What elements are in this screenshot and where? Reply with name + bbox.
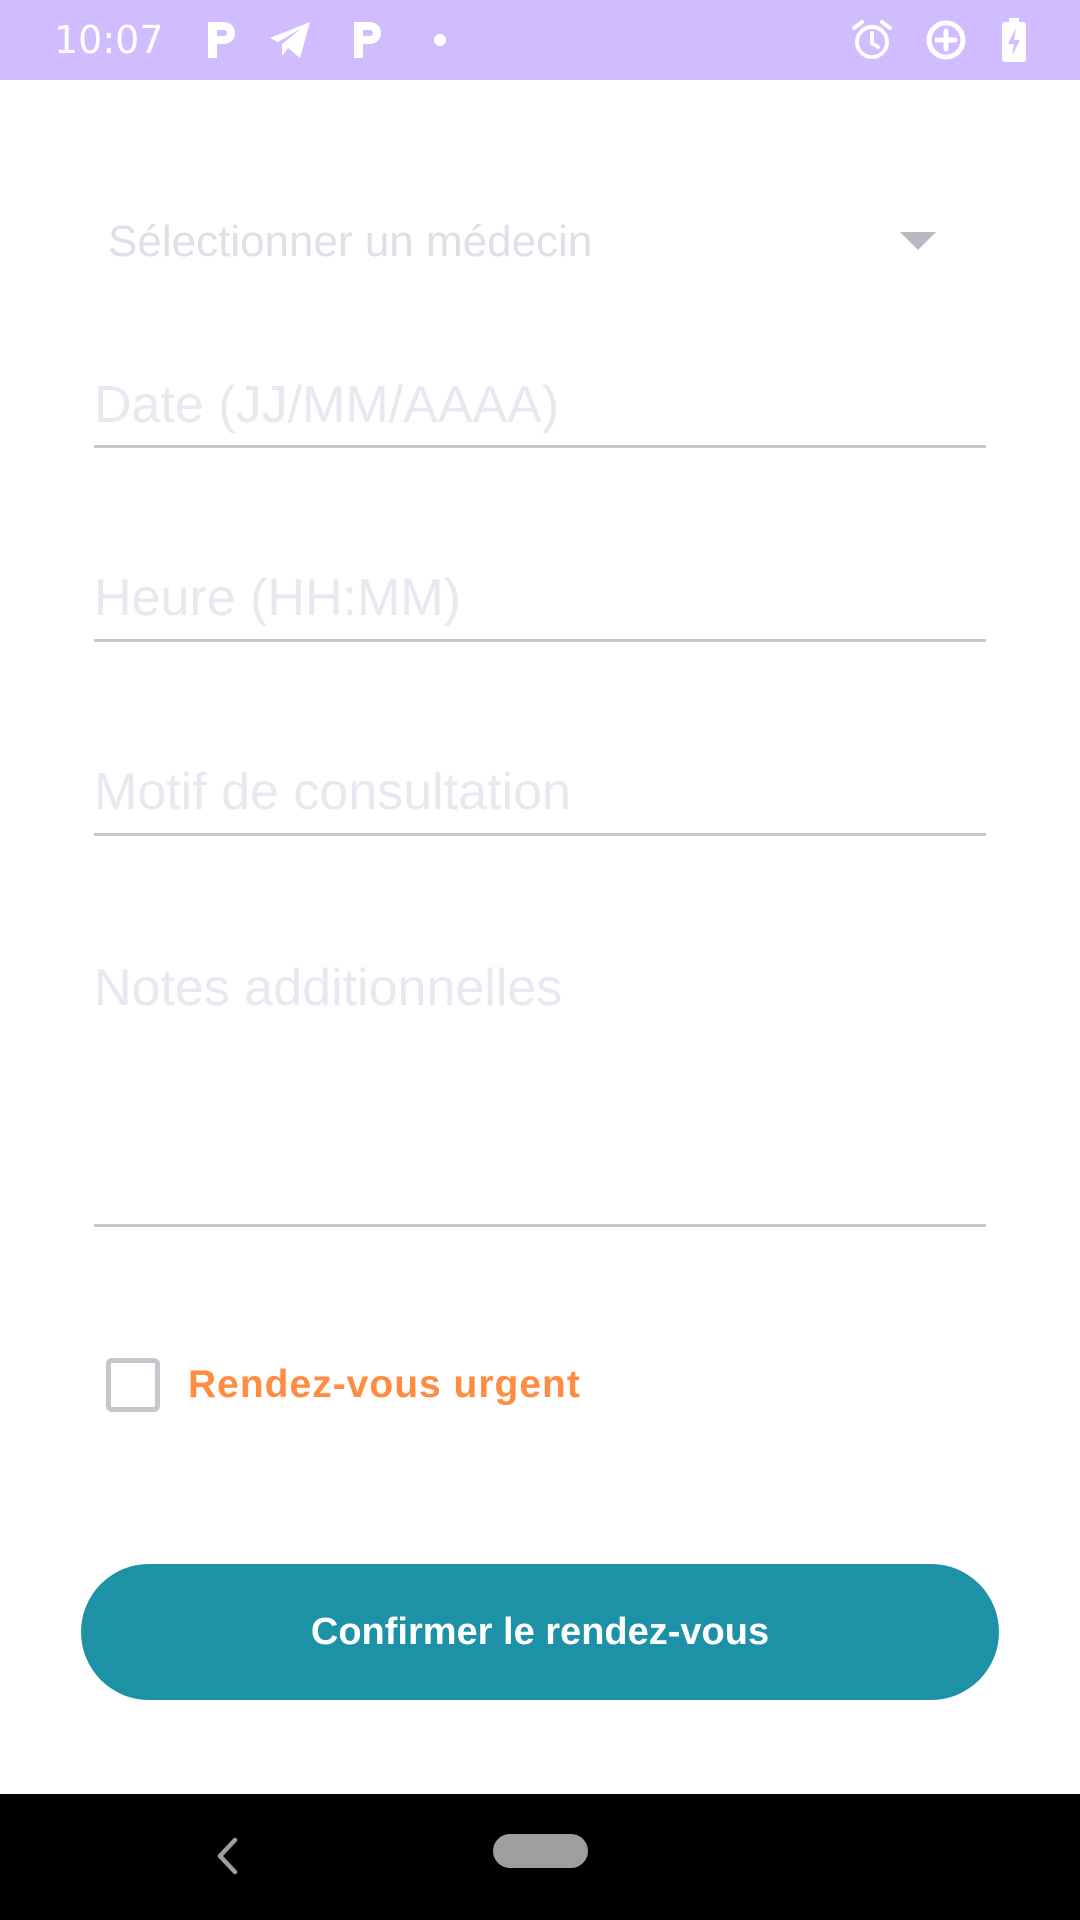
date-input[interactable]: Date (JJ/MM/AAAA) [94,365,986,448]
chevron-down-icon [900,232,936,250]
notification-dot-icon [434,34,446,46]
urgent-checkbox[interactable] [106,1358,160,1412]
urgent-checkbox-label: Rendez-vous urgent [188,1363,581,1406]
notes-textarea-placeholder: Notes additionnelles [94,959,563,1017]
telegram-icon [270,22,310,58]
battery-charging-icon [1002,18,1026,62]
notes-textarea[interactable]: Notes additionnelles [94,946,986,1227]
time-input[interactable]: Heure (HH:MM) [94,558,986,642]
doctor-select-label: Sélectionner un médecin [108,217,593,266]
reason-input-placeholder: Motif de consultation [94,763,571,821]
confirm-appointment-button[interactable]: Confirmer le rendez-vous [81,1564,999,1700]
system-nav-bar [0,1794,1080,1920]
data-saver-icon [926,20,966,60]
parking-app-icon [208,22,235,58]
appointment-screen: 10:07 Sélectionner un médecin Date (JJ/M… [0,0,1080,1920]
time-input-placeholder: Heure (HH:MM) [94,569,461,627]
parking-app-icon [354,22,381,58]
date-input-placeholder: Date (JJ/MM/AAAA) [94,376,560,434]
status-bar: 10:07 [0,0,1080,80]
alarm-icon [852,20,892,59]
status-time: 10:07 [54,18,164,62]
doctor-select-dropdown[interactable]: Sélectionner un médecin [94,200,986,280]
reason-input[interactable]: Motif de consultation [94,752,986,836]
back-icon[interactable] [208,1836,248,1876]
urgent-checkbox-row[interactable]: Rendez-vous urgent [104,1356,704,1420]
home-pill-icon[interactable] [493,1834,588,1868]
